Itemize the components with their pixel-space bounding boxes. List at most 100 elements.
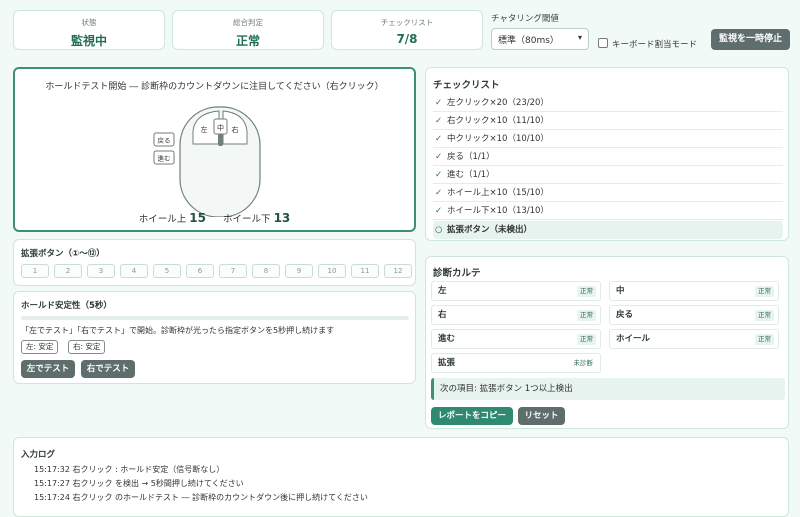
right-hold-status-badge: 右: 安定	[68, 340, 106, 354]
diagnosis-cell-back: 戻る 正常	[609, 305, 779, 325]
diagnosis-cell-right: 右 正常	[431, 305, 601, 325]
diagnosis-cell-forward: 進む 正常	[431, 329, 601, 349]
extended-button[interactable]: 5	[153, 264, 181, 278]
check-icon: ✓	[435, 188, 443, 198]
keyboard-mode-label: キーボード割当モード	[612, 40, 698, 50]
diagnosis-cell-name: 中	[616, 286, 625, 296]
checklist-item: ✓ ホイール下×10（13/10）	[433, 202, 783, 220]
hold-description: 「左でテスト」「右でテスト」で開始。診断枠が光ったら指定ボタンを5秒押し続けます	[21, 326, 335, 335]
circle-icon: ○	[435, 225, 443, 235]
status-badge: 正常	[577, 310, 596, 321]
overall-value: 正常	[235, 34, 260, 48]
diagnosis-cell-name: 戻る	[616, 310, 634, 320]
checklist-item: ✓ 左クリック×20（23/20）	[433, 94, 783, 112]
chevron-down-icon: ▾	[577, 33, 582, 42]
extended-button[interactable]: 9	[285, 264, 313, 278]
pause-monitoring-button[interactable]: 監視を一時停止	[711, 29, 790, 50]
extended-button[interactable]: 2	[54, 264, 82, 278]
extended-buttons-panel: 拡張ボタン（①〜⑫） 1 2 3 4 5 6 7 8 9 10 11 12	[13, 239, 416, 286]
checklist-item-label: 中クリック×10（10/10）	[447, 134, 549, 144]
checklist-item-label: ホイール上×10（15/10）	[447, 188, 549, 198]
mouse-back-label: 戻る	[158, 136, 171, 145]
diagnosis-cell-name: 拡張	[438, 358, 456, 368]
checklist-summary-value: 7/8	[396, 32, 418, 46]
extended-button[interactable]: 10	[318, 264, 346, 278]
checklist-item: ✓ ホイール上×10（15/10）	[433, 184, 783, 202]
log-entry: 15:17:24 右クリック のホールドテスト ― 診断枠のカウントダウン後に押…	[34, 493, 368, 502]
extended-button[interactable]: 6	[186, 264, 214, 278]
status-badge: 未診断	[570, 358, 596, 369]
checklist-item-pending: ○ 拡張ボタン（未検出）	[433, 221, 783, 239]
wheel-icon	[218, 134, 223, 146]
mouse-right-label: 右	[232, 125, 239, 134]
checklist-item: ✓ 中クリック×10（10/10）	[433, 130, 783, 148]
right-test-button[interactable]: 右でテスト	[81, 360, 135, 378]
checklist-item-label: 拡張ボタン（未検出）	[447, 225, 533, 235]
extended-button[interactable]: 3	[87, 264, 115, 278]
check-icon: ✓	[435, 134, 443, 144]
status-badge: 正常	[577, 334, 596, 345]
check-icon: ✓	[435, 170, 443, 180]
mouse-left-label: 左	[201, 125, 208, 134]
status-value: 監視中	[70, 34, 107, 48]
wheel-down-value: 13	[273, 211, 291, 225]
extended-button[interactable]: 12	[384, 264, 412, 278]
checklist-item-label: 進む（1/1）	[447, 170, 495, 180]
status-badge: 正常	[755, 310, 774, 321]
extended-button[interactable]: 7	[219, 264, 247, 278]
diagnosis-cell-name: ホイール	[616, 334, 651, 344]
extended-button[interactable]: 8	[252, 264, 280, 278]
checklist-item: ✓ 戻る（1/1）	[433, 148, 783, 166]
mouse-back-button[interactable]: 戻る	[153, 132, 175, 147]
diagnosis-panel: 診断カルテ 左正常 中正常 右正常 戻る 正常 進む 正常 ホイール 正常 拡張 未診断…	[425, 256, 789, 429]
checklist-item-label: 右クリック×10（11/10）	[447, 116, 549, 126]
extended-button[interactable]: 4	[120, 264, 148, 278]
diagnosis-cell-wheel: ホイール 正常	[609, 329, 779, 349]
overall-label: 総合判定	[233, 18, 263, 27]
wheel-up-value: 15	[189, 211, 206, 225]
log-entry: 15:17:27 右クリック を検出 → 5秒間押し続けてください	[34, 479, 244, 488]
hold-stability-panel: ホールド安定性（5秒） 「左でテスト」「右でテスト」で開始。診断枠が光ったら指定…	[13, 291, 416, 384]
copy-report-button[interactable]: レポートをコピー	[431, 407, 513, 425]
diagnosis-cell-name: 左	[438, 286, 447, 296]
next-item-notice: 次の項目: 拡張ボタン 1つ以上検出	[431, 378, 785, 400]
checklist-item: ✓ 進む（1/1）	[433, 166, 783, 184]
extended-button[interactable]: 1	[21, 264, 49, 278]
check-icon: ✓	[435, 116, 443, 126]
input-log-title: 入力ログ	[21, 450, 56, 460]
status-badge: 正常	[577, 286, 596, 297]
status-badge: 正常	[755, 334, 774, 345]
status-label: 状態	[81, 18, 97, 27]
checklist-item-label: 左クリック×20（23/20）	[447, 98, 549, 108]
diagnosis-cell-name: 右	[438, 310, 447, 320]
mouse-forward-label: 進む	[158, 154, 171, 163]
mouse-forward-button[interactable]: 進む	[153, 150, 175, 165]
checklist-panel: チェックリスト ✓ 左クリック×20（23/20） ✓ 右クリック×10（11/10…	[425, 67, 789, 241]
checklist-item-label: ホイール下×10（13/10）	[447, 206, 549, 216]
reset-button[interactable]: リセット	[518, 407, 565, 425]
diagnosis-cell-extended: 拡張 未診断	[431, 353, 601, 373]
checklist-title: チェックリスト	[433, 80, 500, 91]
log-entry: 15:17:32 右クリック : ホールド安定（信号断なし）	[34, 465, 225, 474]
check-icon: ✓	[435, 206, 443, 216]
check-icon: ✓	[435, 98, 443, 108]
checklist-item: ✓ 右クリック×10（11/10）	[433, 112, 783, 130]
mouse-test-panel: ホールドテスト開始 ― 診断枠のカウントダウンに注目してください（右クリック） …	[13, 67, 416, 232]
hold-stability-title: ホールド安定性（5秒）	[21, 301, 112, 311]
keyboard-mode-checkbox[interactable]	[598, 38, 608, 48]
diagnosis-cell-name: 進む	[438, 334, 456, 344]
chatter-threshold-value: 標準（80ms）	[498, 36, 559, 46]
wheel-down-label: ホイール下	[223, 214, 271, 225]
checklist-summary-label: チェックリスト	[380, 18, 434, 27]
mouse-middle-label: 中	[217, 123, 224, 132]
extended-buttons-title: 拡張ボタン（①〜⑫）	[21, 249, 105, 259]
chatter-threshold-select[interactable]: 標準（80ms） ▾	[491, 28, 589, 50]
extended-button[interactable]: 11	[351, 264, 379, 278]
checklist-item-label: 戻る（1/1）	[447, 152, 495, 162]
wheel-up-label: ホイール上	[138, 214, 187, 225]
left-test-button[interactable]: 左でテスト	[21, 360, 75, 378]
status-badge: 正常	[755, 286, 774, 297]
input-log-panel: 入力ログ 15:17:32 右クリック : ホールド安定（信号断なし） 15:1…	[13, 437, 789, 517]
checklist-summary-card: チェックリスト 7/8	[331, 10, 483, 50]
status-card: 状態 監視中	[13, 10, 165, 50]
